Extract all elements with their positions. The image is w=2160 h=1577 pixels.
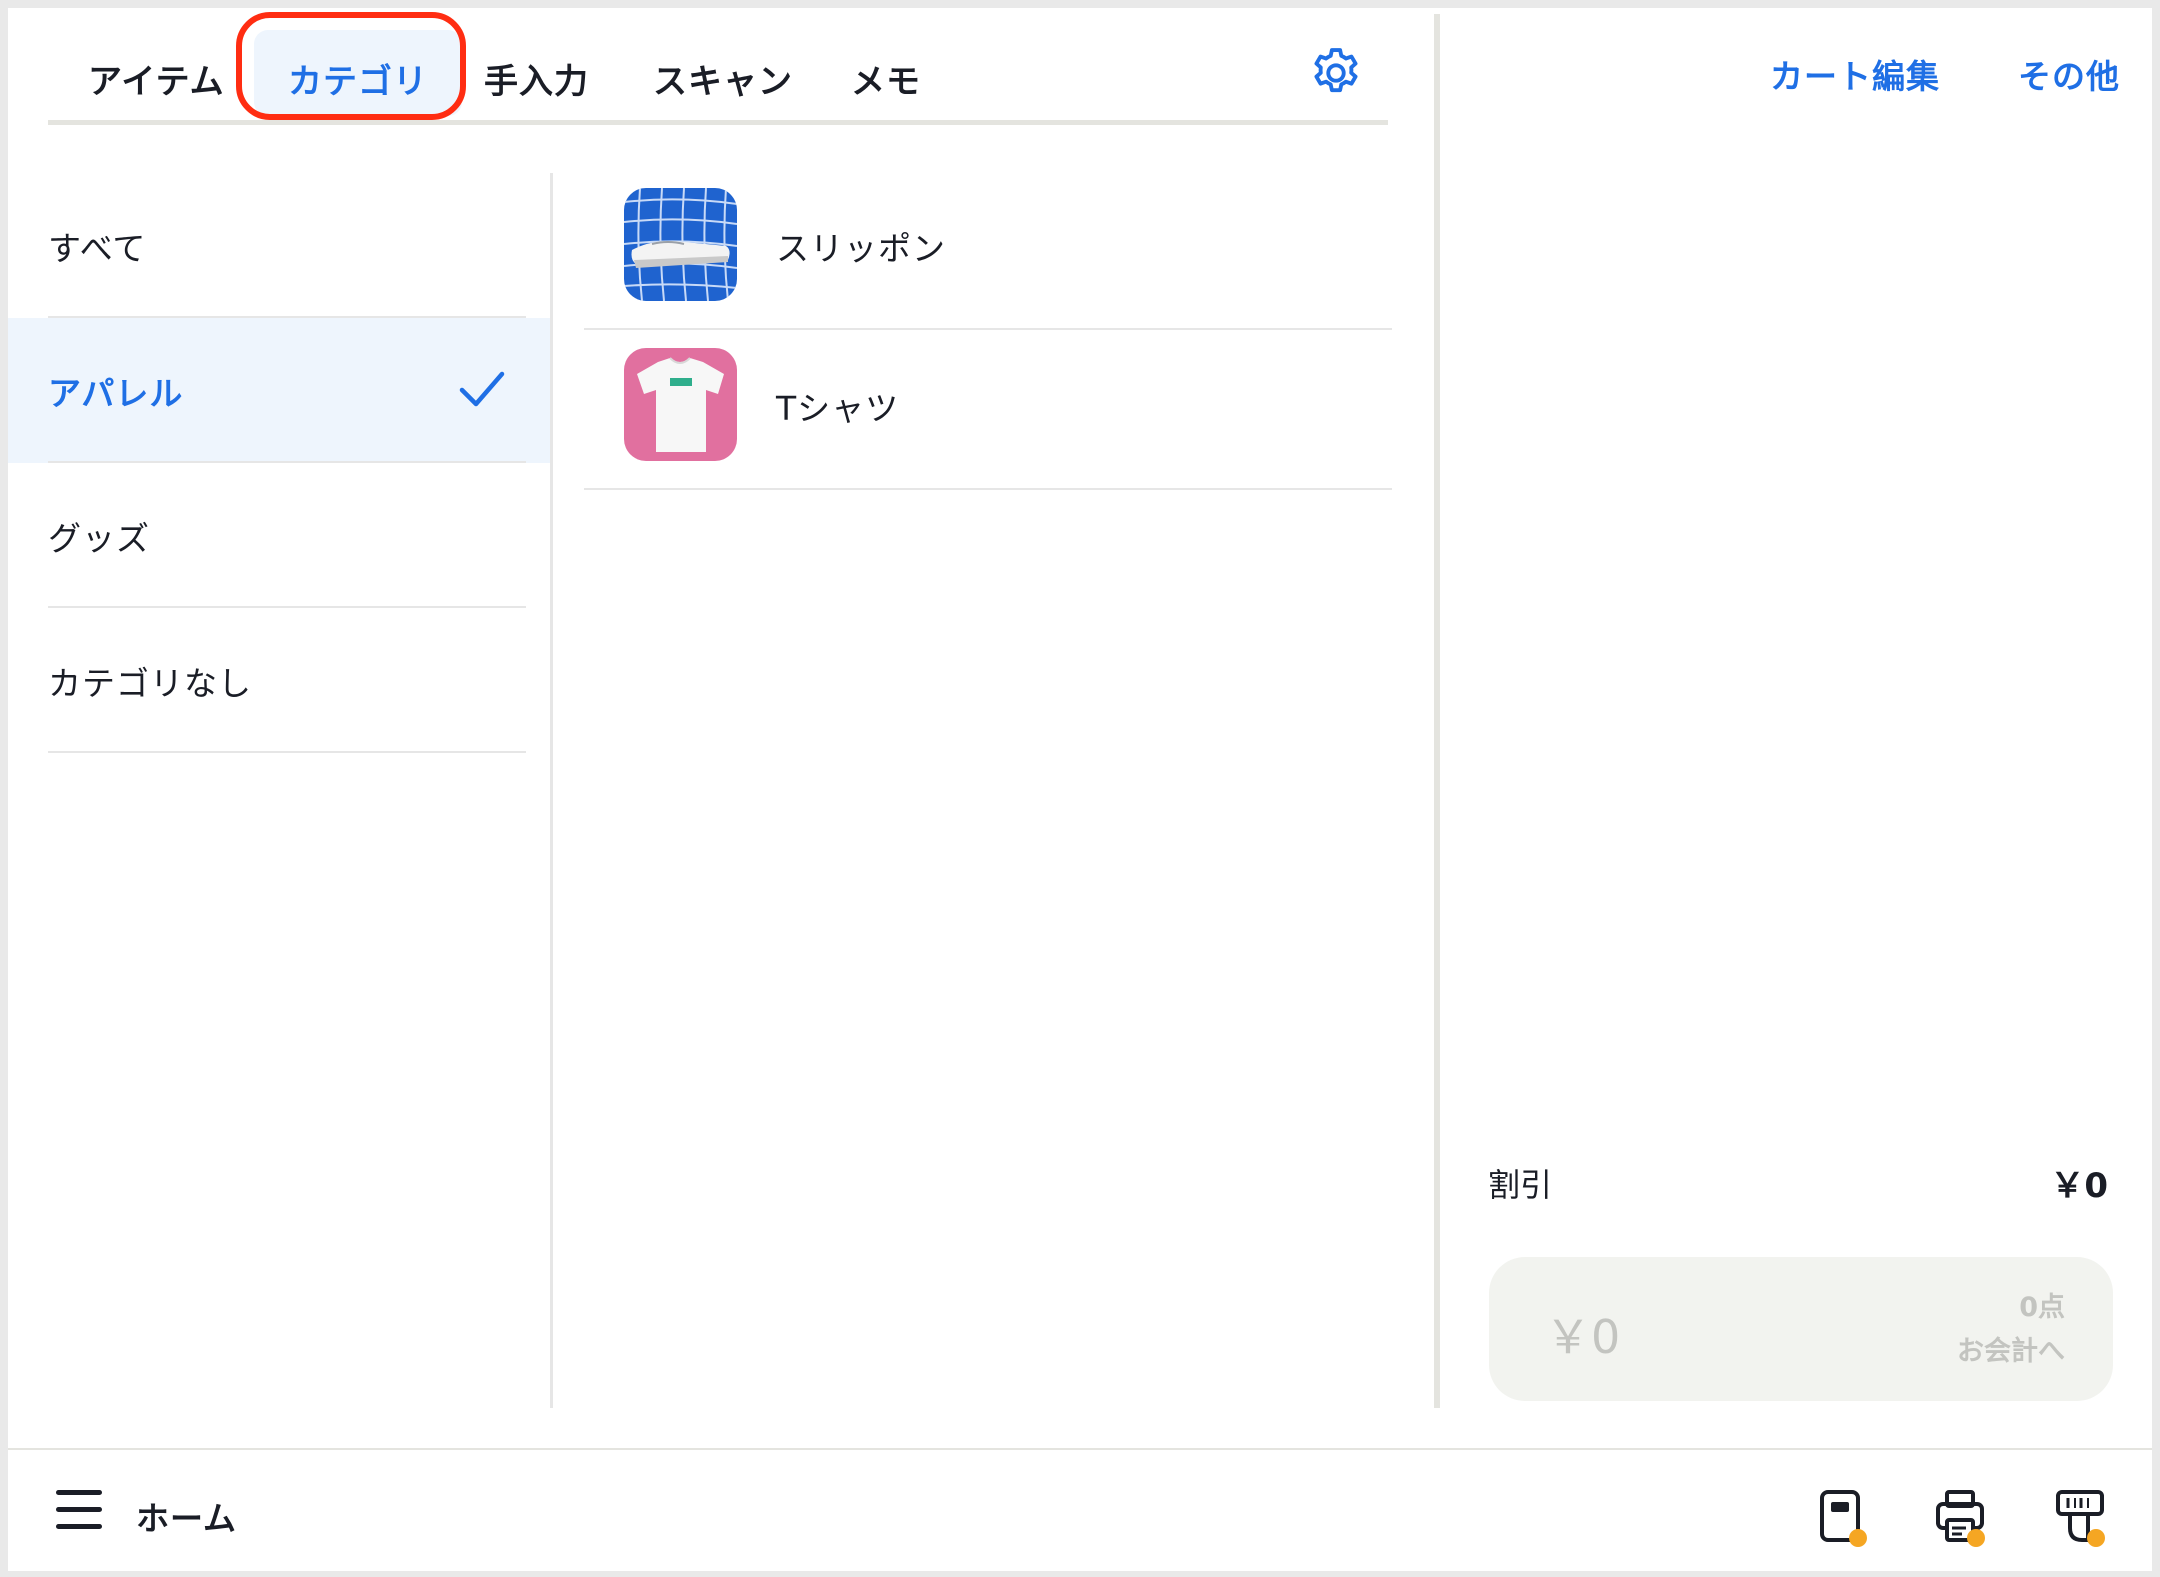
category-label: すべて bbox=[48, 228, 147, 268]
item-name: Tシャツ bbox=[776, 389, 900, 428]
tab-scan[interactable]: スキャン bbox=[653, 54, 793, 103]
card-reader-icon[interactable] bbox=[1816, 1488, 1872, 1548]
divider bbox=[48, 751, 526, 753]
tab-bar-underline bbox=[48, 120, 1388, 125]
more-button[interactable]: その他 bbox=[2018, 50, 2120, 98]
checkout-total: ￥0 bbox=[1545, 1310, 1621, 1364]
discount-label: 割引 bbox=[1488, 1166, 1553, 1204]
tab-bar: アイテム カテゴリ 手入力 スキャン メモ bbox=[48, 8, 1393, 132]
panel-divider bbox=[1434, 14, 1440, 1408]
bottom-bar: ホーム bbox=[8, 1448, 2152, 1571]
tab-items[interactable]: アイテム bbox=[88, 54, 225, 103]
cart-edit-button[interactable]: カート編集 bbox=[1770, 50, 1940, 98]
barcode-scanner-icon[interactable] bbox=[2054, 1488, 2110, 1548]
divider bbox=[584, 488, 1392, 490]
category-item-uncategorized[interactable]: カテゴリなし bbox=[8, 608, 552, 753]
item-row-tshirt[interactable]: Tシャツ bbox=[584, 333, 1392, 493]
divider bbox=[584, 328, 1392, 330]
item-row-slip-on[interactable]: スリッポン bbox=[584, 173, 1392, 333]
tab-highlight-annotation bbox=[236, 12, 466, 120]
pos-register-screen: アイテム カテゴリ 手入力 スキャン メモ すべて アパレル グッズ カテゴリな… bbox=[8, 8, 2152, 1571]
checkout-item-count: 0点 bbox=[2019, 1292, 2065, 1323]
tab-memo[interactable]: メモ bbox=[851, 54, 921, 103]
checkmark-icon bbox=[459, 371, 505, 407]
menu-icon[interactable] bbox=[56, 1490, 102, 1530]
category-label: グッズ bbox=[48, 518, 150, 558]
tshirt-thumbnail bbox=[624, 348, 737, 461]
checkout-label: お会計へ bbox=[1957, 1336, 2065, 1367]
checkout-button[interactable]: ￥0 0点 お会計へ bbox=[1489, 1257, 2113, 1401]
category-item-goods[interactable]: グッズ bbox=[8, 463, 552, 608]
receipt-printer-icon[interactable] bbox=[1934, 1488, 1990, 1548]
category-item-apparel[interactable]: アパレル bbox=[8, 318, 552, 463]
tab-manual-entry[interactable]: 手入力 bbox=[484, 54, 589, 103]
discount-value: ￥0 bbox=[2050, 1166, 2108, 1206]
category-item-all[interactable]: すべて bbox=[8, 173, 552, 318]
item-name: スリッポン bbox=[776, 229, 946, 268]
slip-on-thumbnail bbox=[624, 188, 737, 301]
column-divider bbox=[550, 173, 553, 1408]
category-label: アパレル bbox=[48, 373, 184, 413]
category-label: カテゴリなし bbox=[48, 663, 252, 703]
gear-icon[interactable] bbox=[1307, 44, 1365, 102]
home-label: ホーム bbox=[136, 1499, 238, 1538]
